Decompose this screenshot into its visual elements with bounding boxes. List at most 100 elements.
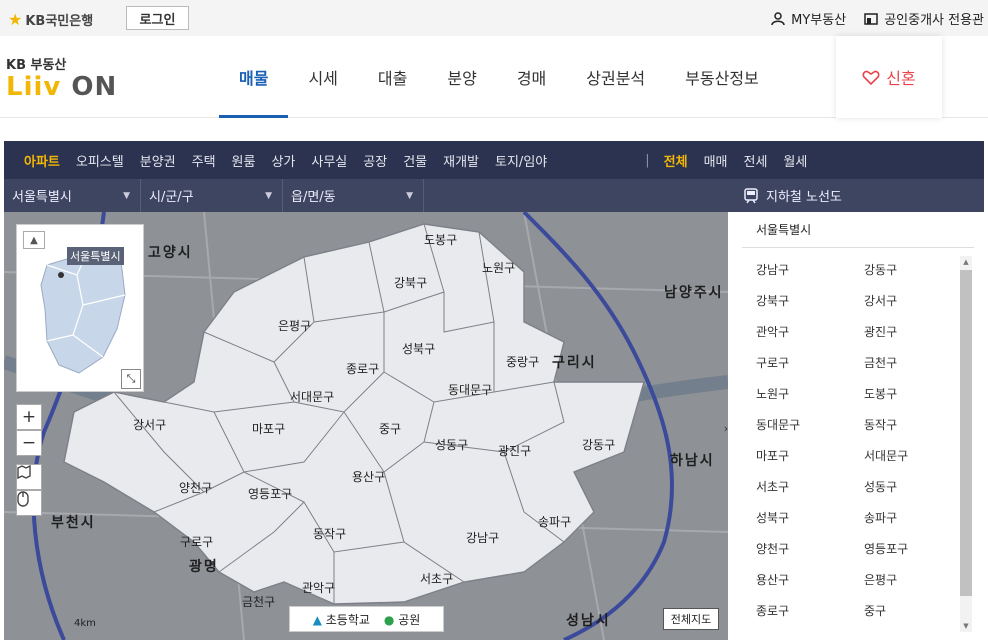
cat-house[interactable]: 주택 xyxy=(184,141,224,179)
cat-factory[interactable]: 공장 xyxy=(355,141,395,179)
district-label-songpa: 송파구 xyxy=(538,515,572,529)
map-view[interactable]: 도봉구 노원구 강북구 은평구 성북구 종로구 중랑구 서대문구 동대문구 마포… xyxy=(4,212,728,640)
dong-select[interactable]: 읍/면/동 ▼ xyxy=(283,179,424,212)
district-label-gangseo: 강서구 xyxy=(133,418,167,432)
district-item[interactable]: 서초구 xyxy=(756,477,864,496)
cat-presale-right[interactable]: 분양권 xyxy=(132,141,184,179)
tab-auction[interactable]: 경매 xyxy=(497,36,566,118)
wedding-button[interactable]: 신혼 xyxy=(836,36,942,118)
tab-commercial-analysis[interactable]: 상권분석 xyxy=(566,36,665,118)
kb-bank-label: KB국민은행 xyxy=(25,13,94,29)
main-header: KB 부동산 Liiv ON 매물 시세 대출 분양 경매 상권분석 부동산정보… xyxy=(0,36,988,118)
trade-sale[interactable]: 매매 xyxy=(696,151,736,170)
subway-icon xyxy=(744,187,758,203)
district-item[interactable]: 강서구 xyxy=(864,291,956,310)
district-label-seodaemun: 서대문구 xyxy=(290,390,335,404)
district-item[interactable]: 강북구 xyxy=(756,291,864,310)
kb-bank-logo[interactable]: ★ KB국민은행 xyxy=(8,9,93,29)
cat-shop[interactable]: 상가 xyxy=(263,141,303,179)
minimap-region-tag: 서울특별시 xyxy=(67,247,124,265)
district-item[interactable]: 마포구 xyxy=(756,446,864,465)
tab-realestate-info[interactable]: 부동산정보 xyxy=(665,36,779,118)
district-item[interactable]: 용산구 xyxy=(756,570,864,589)
login-button[interactable]: 로그인 xyxy=(126,6,189,30)
district-item[interactable]: 도봉구 xyxy=(864,384,956,403)
district-item[interactable]: 중구 xyxy=(864,601,956,620)
park-legend[interactable]: ● 공원 xyxy=(384,611,420,628)
district-label-gangbuk: 강북구 xyxy=(394,276,428,290)
district-item[interactable]: 금천구 xyxy=(864,353,956,372)
trade-monthly[interactable]: 월세 xyxy=(775,151,815,170)
liiv-wordmark: Liiv ON xyxy=(6,73,117,101)
district-item[interactable]: 종로구 xyxy=(756,601,864,620)
minimap-expand-button[interactable]: ⤡ xyxy=(121,369,141,389)
district-item[interactable]: 관악구 xyxy=(756,322,864,341)
school-legend-label: 초등학교 xyxy=(325,612,370,627)
district-label-gwangjin: 광진구 xyxy=(498,444,532,458)
district-item[interactable]: 동작구 xyxy=(864,415,956,434)
district-item[interactable]: 광진구 xyxy=(864,322,956,341)
cat-land[interactable]: 토지/임야 xyxy=(487,141,555,179)
city-label-seongnam: 성남시 xyxy=(566,613,611,629)
agent-link[interactable]: 공인중개사 전용관 xyxy=(864,9,984,28)
full-map-button[interactable]: 전체지도 xyxy=(663,608,719,630)
my-realestate-link[interactable]: MY부동산 xyxy=(771,9,846,28)
zoom-in-button[interactable]: + xyxy=(16,404,42,430)
tab-loan[interactable]: 대출 xyxy=(358,36,427,118)
district-item[interactable]: 성북구 xyxy=(756,508,864,527)
cat-officetel[interactable]: 오피스텔 xyxy=(68,141,132,179)
district-item[interactable]: 서대문구 xyxy=(864,446,956,465)
cat-apartment[interactable]: 아파트 xyxy=(16,141,68,179)
scroll-down-icon[interactable]: ▼ xyxy=(960,620,972,632)
cat-oneroom[interactable]: 원룸 xyxy=(224,141,264,179)
sido-select[interactable]: 서울특별시 ▼ xyxy=(4,179,141,212)
sigungu-select[interactable]: 시/군/구 ▼ xyxy=(141,179,283,212)
overview-minimap[interactable]: ▲ 서울특별시 ⤡ xyxy=(16,224,144,392)
district-label-dongdaemun: 동대문구 xyxy=(448,383,493,397)
main-nav: 매물 시세 대출 분양 경매 상권분석 부동산정보 xyxy=(219,36,779,118)
district-item[interactable]: 성동구 xyxy=(864,477,956,496)
agent-label: 공인중개사 전용관 xyxy=(884,13,984,28)
tab-price[interactable]: 시세 xyxy=(288,36,357,118)
property-category-bar: 아파트 오피스텔 분양권 주택 원룸 상가 사무실 공장 건물 재개발 토지/임… xyxy=(4,141,984,179)
cat-office[interactable]: 사무실 xyxy=(303,141,355,179)
trade-jeonse[interactable]: 전세 xyxy=(735,151,775,170)
district-label-seongbuk: 성북구 xyxy=(402,342,436,356)
district-label-gwanak: 관악구 xyxy=(302,581,336,595)
dong-value: 읍/면/동 xyxy=(291,190,336,205)
district-item[interactable]: 양천구 xyxy=(756,539,864,558)
subway-map-button[interactable]: 지하철 노선도 xyxy=(744,179,842,212)
panel-toggle-chevron-icon[interactable]: › xyxy=(720,414,732,442)
district-label-gangdong: 강동구 xyxy=(582,438,616,452)
tab-presale[interactable]: 분양 xyxy=(427,36,496,118)
city-label-namyangju: 남양주시 xyxy=(664,285,724,301)
scrollbar-thumb[interactable] xyxy=(960,270,972,596)
tab-listings[interactable]: 매물 xyxy=(219,36,289,118)
cursor-mode-button[interactable] xyxy=(16,490,42,516)
trade-all[interactable]: 전체 xyxy=(656,151,696,170)
subway-label: 지하철 노선도 xyxy=(766,190,842,205)
panel-scrollbar[interactable]: ▲ ▼ xyxy=(960,256,972,632)
district-item[interactable]: 은평구 xyxy=(864,570,956,589)
liiv-on-logo[interactable]: KB 부동산 Liiv ON xyxy=(6,54,117,101)
cat-redevelopment[interactable]: 재개발 xyxy=(435,141,487,179)
district-item[interactable]: 노원구 xyxy=(756,384,864,403)
trade-separator: | xyxy=(645,152,650,168)
scroll-up-icon[interactable]: ▲ xyxy=(960,256,972,268)
chevron-down-icon: ▼ xyxy=(406,190,413,201)
map-type-button[interactable] xyxy=(16,464,42,490)
district-item[interactable]: 강동구 xyxy=(864,260,956,279)
district-grid: 강남구 강동구 강북구 강서구 관악구 광진구 구로구 금천구 노원구 도봉구 … xyxy=(756,260,956,620)
district-item[interactable]: 동대문구 xyxy=(756,415,864,434)
cat-building[interactable]: 건물 xyxy=(395,141,435,179)
school-legend[interactable]: ▲ 초등학교 xyxy=(313,611,370,628)
mouse-icon xyxy=(17,491,29,507)
city-label-gwangmyeong: 광명 xyxy=(189,559,219,575)
zoom-out-button[interactable]: − xyxy=(16,430,42,456)
district-label-jung: 중구 xyxy=(379,422,402,436)
district-item[interactable]: 송파구 xyxy=(864,508,956,527)
district-item[interactable]: 영등포구 xyxy=(864,539,956,558)
district-item[interactable]: 강남구 xyxy=(756,260,864,279)
user-icon xyxy=(771,11,785,25)
district-item[interactable]: 구로구 xyxy=(756,353,864,372)
